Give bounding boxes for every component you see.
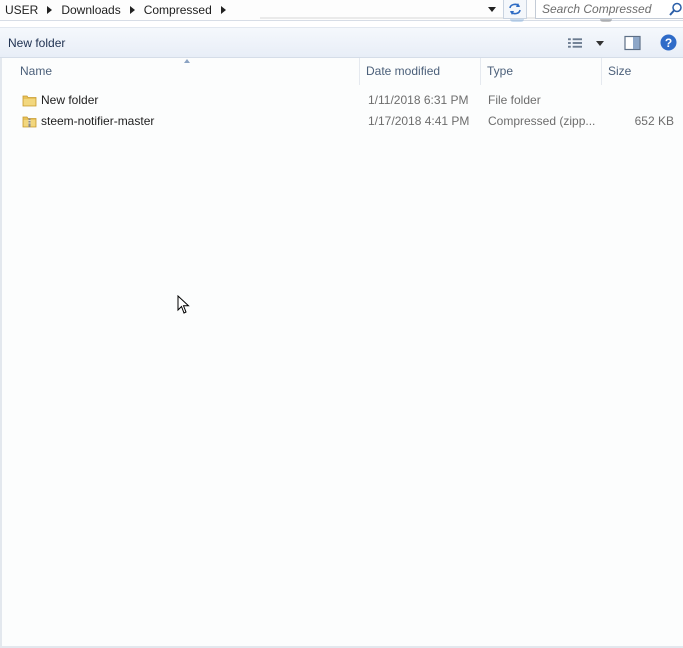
file-row[interactable]: New folder 1/11/2018 6:31 PM File folder: [18, 90, 683, 110]
breadcrumb-compressed[interactable]: Compressed: [143, 3, 213, 17]
details-view-icon: [568, 38, 583, 48]
breadcrumb-downloads[interactable]: Downloads: [60, 3, 121, 17]
column-type-header[interactable]: Type: [481, 58, 602, 85]
help-icon: ?: [660, 34, 677, 51]
chevron-right-icon[interactable]: [129, 5, 135, 14]
file-type: Compressed (zipp...: [488, 114, 596, 128]
breadcrumb-user[interactable]: USER: [4, 3, 39, 17]
column-name-header[interactable]: Name: [14, 58, 360, 85]
column-date-header[interactable]: Date modified: [360, 58, 481, 85]
chevron-right-icon[interactable]: [220, 5, 226, 14]
help-button[interactable]: ?: [660, 34, 677, 51]
change-view-button[interactable]: [568, 35, 604, 51]
folder-icon: [22, 95, 37, 107]
refresh-button[interactable]: [503, 0, 527, 19]
svg-text:?: ?: [665, 36, 672, 50]
column-header-row: Name Date modified Type Size: [2, 58, 683, 85]
view-options-chevron-icon[interactable]: [596, 40, 604, 46]
zip-folder-icon: [22, 116, 37, 128]
file-size: 652 KB: [634, 114, 674, 128]
new-folder-button[interactable]: New folder: [8, 36, 65, 50]
file-date: 1/17/2018 4:41 PM: [368, 114, 470, 128]
file-list[interactable]: Name Date modified Type Size New folder …: [0, 58, 683, 646]
search-icon[interactable]: [669, 2, 683, 16]
search-input[interactable]: [542, 1, 660, 17]
file-name: steem-notifier-master: [41, 114, 155, 128]
preview-pane-button[interactable]: [624, 35, 642, 51]
refresh-icon: [509, 3, 521, 15]
chevron-down-icon: [488, 7, 496, 12]
address-dropdown-button[interactable]: [484, 1, 500, 18]
preview-pane-icon: [624, 35, 641, 51]
file-type: File folder: [488, 93, 541, 107]
file-name: New folder: [41, 93, 99, 107]
file-row[interactable]: steem-notifier-master 1/17/2018 4:41 PM …: [18, 111, 683, 131]
breadcrumb: USER Downloads Compressed: [4, 0, 234, 19]
command-bar: New folder ?: [0, 27, 683, 58]
column-size-header[interactable]: Size: [602, 58, 683, 85]
mouse-cursor-icon: [177, 295, 190, 314]
chevron-right-icon[interactable]: [47, 5, 53, 14]
address-bar[interactable]: USER Downloads Compressed: [0, 0, 683, 22]
search-box[interactable]: [535, 0, 683, 19]
file-date: 1/11/2018 6:31 PM: [368, 93, 469, 107]
